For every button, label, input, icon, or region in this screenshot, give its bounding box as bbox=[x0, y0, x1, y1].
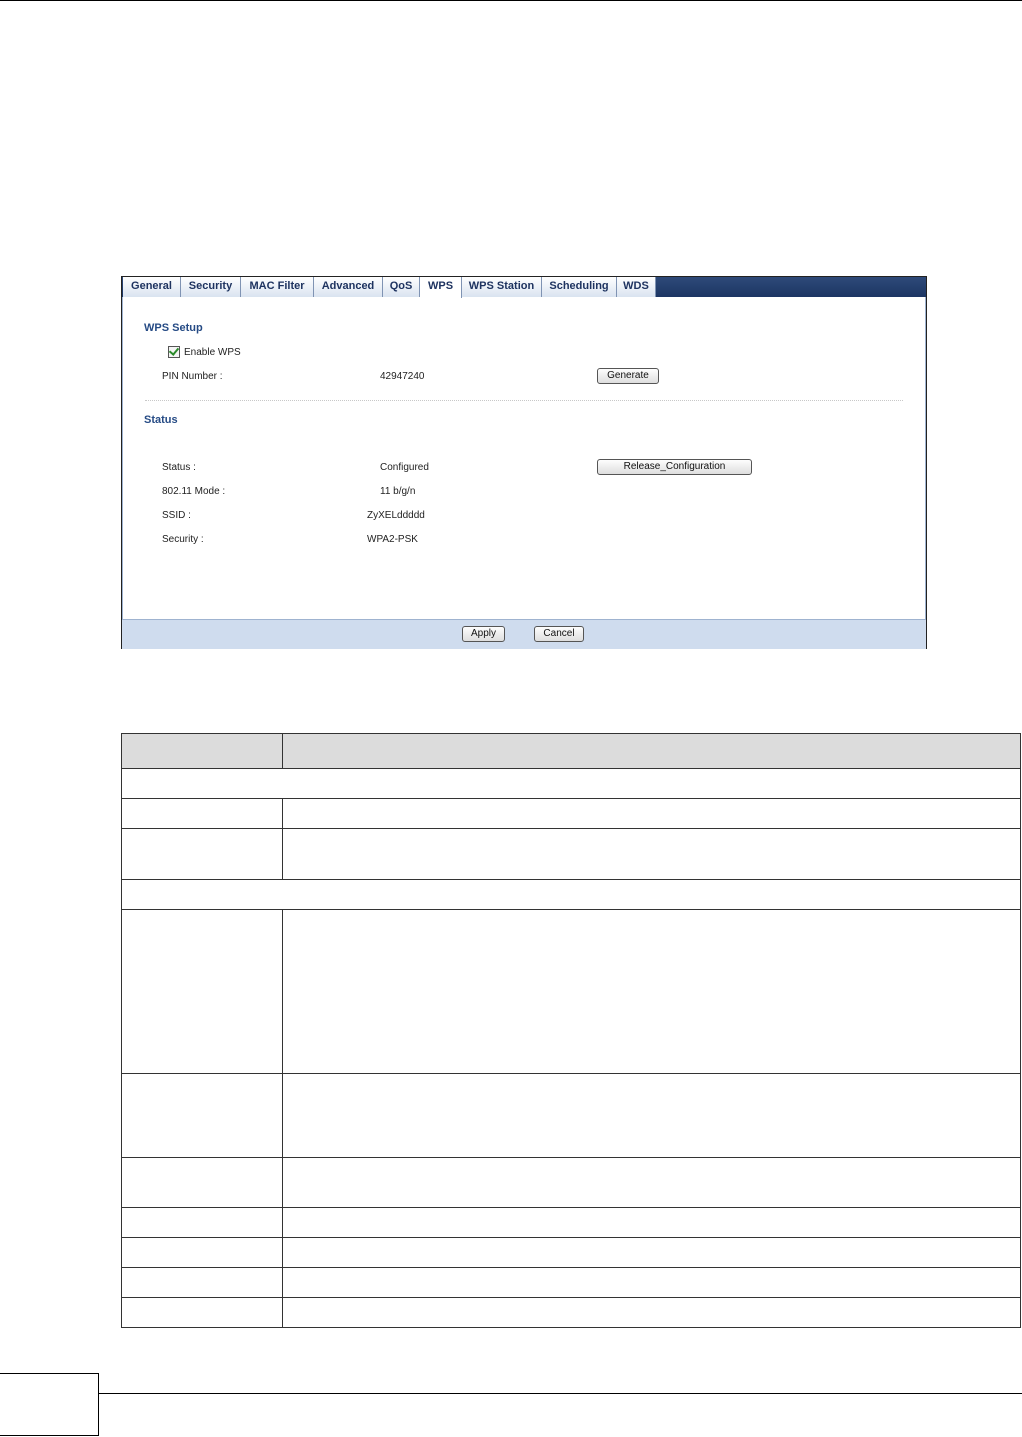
table-section-row bbox=[121, 768, 1021, 799]
security-value: WPA2-PSK bbox=[367, 534, 418, 545]
wps-screen: General Security MAC Filter Advanced QoS… bbox=[121, 276, 927, 649]
mode-value: 11 b/g/n bbox=[380, 486, 416, 497]
cancel-button[interactable]: Cancel bbox=[534, 626, 584, 642]
pin-number-label: PIN Number : bbox=[162, 371, 223, 382]
content-area: WPS Setup Enable WPS PIN Number : 429472… bbox=[122, 297, 926, 620]
page-number-box bbox=[0, 1373, 99, 1436]
section-divider bbox=[145, 400, 903, 401]
table-row bbox=[121, 828, 1021, 880]
enable-wps-checkbox[interactable] bbox=[168, 345, 180, 358]
release-configuration-button[interactable]: Release_Configuration bbox=[597, 459, 752, 475]
ssid-label: SSID : bbox=[162, 510, 191, 521]
tab-scheduling[interactable]: Scheduling bbox=[542, 277, 617, 297]
apply-button[interactable]: Apply bbox=[462, 626, 505, 642]
generate-button[interactable]: Generate bbox=[597, 368, 659, 384]
table-row bbox=[121, 1073, 1021, 1158]
table-row bbox=[121, 1267, 1021, 1298]
tab-advanced[interactable]: Advanced bbox=[314, 277, 383, 297]
table-row bbox=[121, 1237, 1021, 1268]
tab-qos[interactable]: QoS bbox=[383, 277, 420, 297]
status-value: Configured bbox=[380, 462, 429, 473]
tab-wps[interactable]: WPS bbox=[420, 277, 462, 298]
status-label: Status : bbox=[162, 462, 196, 473]
status-title: Status bbox=[144, 414, 178, 426]
pin-number-value: 42947240 bbox=[380, 371, 425, 382]
tab-wds[interactable]: WDS bbox=[617, 277, 656, 297]
tab-general[interactable]: General bbox=[123, 277, 181, 297]
table-row bbox=[121, 1207, 1021, 1238]
top-rule bbox=[0, 0, 1022, 1]
tab-bar: General Security MAC Filter Advanced QoS… bbox=[122, 277, 926, 298]
tab-wps-station[interactable]: WPS Station bbox=[462, 277, 542, 297]
tab-mac-filter[interactable]: MAC Filter bbox=[241, 277, 314, 297]
mode-label: 802.11 Mode : bbox=[162, 486, 226, 497]
table-row bbox=[121, 1157, 1021, 1208]
table-row bbox=[121, 909, 1021, 1074]
description-table bbox=[121, 733, 1021, 1328]
security-label: Security : bbox=[162, 534, 204, 545]
checkmark-icon bbox=[168, 345, 180, 356]
table-row bbox=[121, 1297, 1021, 1328]
button-bar: Apply Cancel bbox=[122, 619, 926, 649]
table-section-row bbox=[121, 879, 1021, 910]
tab-security[interactable]: Security bbox=[181, 277, 241, 297]
footer-rule bbox=[99, 1393, 1022, 1394]
table-header-row bbox=[121, 733, 1021, 769]
wps-setup-title: WPS Setup bbox=[144, 322, 203, 334]
enable-wps-label: Enable WPS bbox=[184, 347, 241, 358]
ssid-value: ZyXELddddd bbox=[367, 510, 425, 521]
table-row bbox=[121, 798, 1021, 829]
